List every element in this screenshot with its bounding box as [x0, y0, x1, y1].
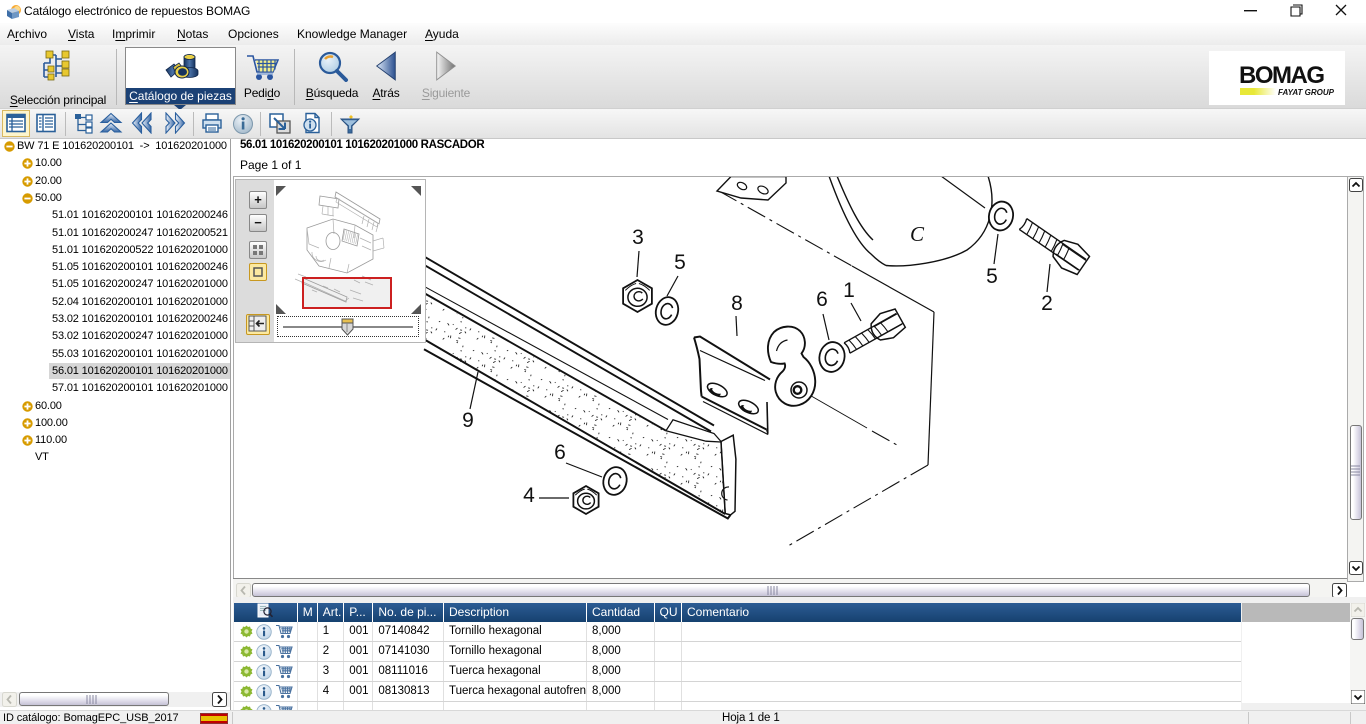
svg-text:6: 6 — [554, 441, 566, 464]
svg-text:1: 1 — [843, 279, 855, 302]
svg-text:C: C — [910, 222, 925, 246]
svg-text:6: 6 — [816, 288, 828, 311]
svg-text:2: 2 — [1041, 292, 1053, 315]
svg-text:FAYAT GROUP: FAYAT GROUP — [1278, 88, 1335, 97]
svg-text:3: 3 — [632, 226, 644, 249]
svg-text:8: 8 — [731, 292, 743, 315]
svg-text:BOMAG: BOMAG — [1239, 62, 1324, 89]
svg-text:5: 5 — [674, 251, 686, 274]
svg-text:9: 9 — [462, 409, 474, 432]
svg-text:4: 4 — [523, 484, 535, 507]
svg-text:5: 5 — [986, 265, 998, 288]
